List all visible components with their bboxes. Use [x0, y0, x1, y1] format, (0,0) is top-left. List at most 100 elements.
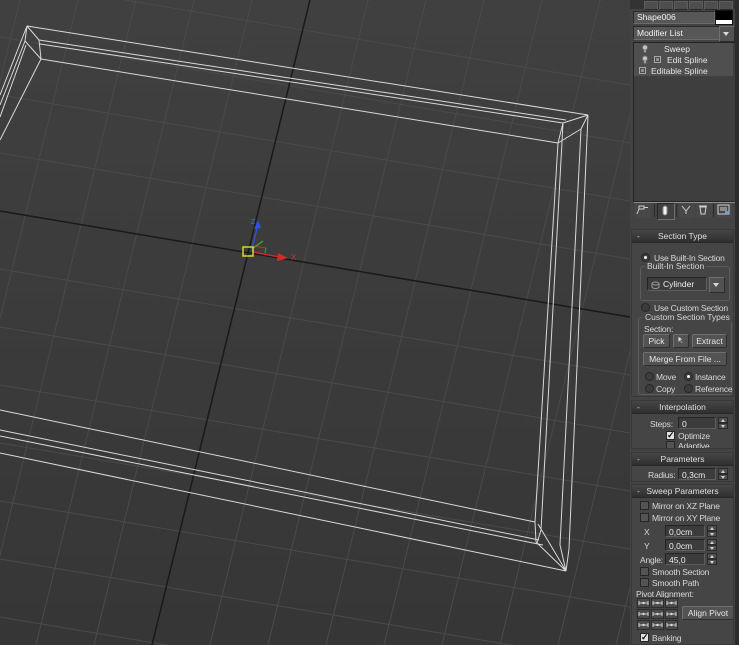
smooth-section-label: Smooth Section [652, 567, 709, 577]
move-radio[interactable] [645, 372, 654, 381]
rollout-section-type: - Section Type Use Built-In Section Buil… [631, 229, 734, 397]
rollout-header-interpolation[interactable]: - Interpolation [632, 401, 733, 414]
steps-field[interactable]: 0 [678, 417, 716, 429]
angle-spinner[interactable] [707, 553, 717, 565]
optimize-checkbox[interactable] [666, 431, 675, 440]
spinner-down-icon[interactable] [718, 474, 728, 480]
mirror-xz-checkbox[interactable] [640, 501, 649, 510]
make-unique-button[interactable] [679, 203, 695, 218]
copy-label: Copy [656, 384, 675, 394]
x-offset-spinner[interactable] [707, 525, 717, 537]
rollout-sweep-parameters: - Sweep Parameters Mirror on XZ Plane Mi… [631, 484, 734, 645]
panel-scrollbar[interactable] [735, 0, 739, 645]
steps-spinner[interactable] [718, 417, 728, 429]
collapse-icon: - [637, 230, 640, 242]
smooth-section-checkbox[interactable] [640, 567, 649, 576]
stack-toolbar [630, 202, 735, 220]
rollout-title: Section Type [658, 231, 707, 241]
builtin-section-dropdown[interactable]: Cylinder [647, 277, 707, 291]
builtin-section-group: Built-In Section Cylinder [640, 266, 730, 301]
banking-checkbox[interactable] [640, 633, 649, 642]
builtin-section-arrow-button[interactable] [709, 277, 725, 293]
spinner-down-icon[interactable] [718, 423, 728, 429]
steps-label: Steps: [650, 419, 673, 429]
object-color-swatch[interactable] [715, 10, 733, 25]
instance-label: Instance [695, 372, 726, 382]
custom-section-types-group: Custom Section Types Section: Pick Extra… [638, 317, 732, 395]
viewport[interactable]: X Z [0, 0, 630, 645]
pivot-align-button[interactable] [637, 620, 650, 630]
object-name-field[interactable]: Shape006 [633, 11, 715, 24]
reference-label: Reference [695, 384, 732, 394]
spinner-down-icon[interactable] [707, 531, 717, 537]
optimize-label: Optimize [678, 431, 710, 441]
y-offset-field[interactable]: 0,0cm [665, 539, 705, 551]
section-label: Section: [644, 324, 673, 334]
pivot-align-button[interactable] [651, 620, 664, 630]
x-offset-label: X [644, 527, 649, 537]
pivot-align-button[interactable] [665, 598, 678, 608]
modifier-stack[interactable]: Sweep Edit Spline Editable Spline [633, 42, 736, 202]
use-custom-section-radio[interactable] [641, 303, 650, 312]
chevron-down-icon [723, 32, 729, 36]
rollout-title: Interpolation [659, 402, 706, 412]
show-end-result-button[interactable] [657, 203, 675, 220]
radius-field[interactable]: 0,3cm [678, 468, 716, 480]
smooth-path-checkbox[interactable] [640, 578, 649, 587]
pick-cursor-button[interactable] [673, 334, 689, 348]
copy-radio[interactable] [645, 384, 654, 393]
reference-radio[interactable] [684, 384, 693, 393]
radius-spinner[interactable] [718, 468, 728, 480]
pivot-align-button[interactable] [637, 609, 650, 619]
stack-item-editable-spline[interactable]: Editable Spline [634, 65, 733, 77]
cylinder-icon [651, 281, 660, 289]
extract-button[interactable]: Extract [692, 334, 727, 348]
collapse-icon: - [637, 401, 640, 413]
remove-modifier-button[interactable] [696, 203, 712, 218]
mirror-xy-checkbox[interactable] [640, 513, 649, 522]
builtin-section-value: Cylinder [663, 279, 694, 289]
mirror-xz-label: Mirror on XZ Plane [652, 501, 720, 511]
mirror-xy-label: Mirror on XY Plane [652, 513, 720, 523]
modifier-list-arrow-button[interactable] [719, 26, 735, 42]
command-panel-tabs [630, 0, 735, 9]
align-pivot-button[interactable]: Align Pivot [682, 606, 734, 620]
3ds-max-window: X Z Shape006 Modifier List [0, 0, 739, 645]
command-panel: Shape006 Modifier List Sweep Edit [630, 0, 739, 645]
pivot-align-button[interactable] [637, 598, 650, 608]
rollout-header-section-type[interactable]: - Section Type [632, 230, 733, 243]
tab-display-icon[interactable] [704, 1, 718, 10]
tab-modify-icon[interactable] [659, 1, 673, 10]
rollout-header-sweep-parameters[interactable]: - Sweep Parameters [632, 485, 733, 498]
tab-hierarchy-icon[interactable] [674, 1, 688, 10]
stack-item-label: Edit Spline [667, 55, 708, 65]
angle-field[interactable]: 45,0 [665, 553, 705, 565]
chevron-down-icon [713, 283, 719, 287]
tab-motion-icon[interactable] [689, 1, 703, 10]
x-offset-field[interactable]: 0,0cm [665, 525, 705, 537]
rollout-title: Parameters [661, 454, 705, 464]
tab-create-icon[interactable] [644, 1, 658, 10]
z-axis-label: Z [251, 219, 256, 226]
configure-modifier-sets-button[interactable] [716, 203, 732, 218]
modifier-list-dropdown[interactable]: Modifier List [633, 26, 722, 40]
pin-stack-button[interactable] [635, 203, 651, 218]
subobject-box-icon[interactable] [639, 66, 646, 76]
subobject-box-icon[interactable] [654, 55, 661, 65]
pivot-align-button[interactable] [665, 620, 678, 630]
pick-cursor-icon [675, 335, 687, 346]
pick-button[interactable]: Pick [643, 334, 670, 348]
spinner-down-icon[interactable] [707, 559, 717, 565]
spinner-down-icon[interactable] [707, 545, 717, 551]
instance-radio[interactable] [684, 372, 693, 381]
pivot-align-button[interactable] [651, 609, 664, 619]
tab-utilities-icon[interactable] [719, 1, 733, 10]
rollout-parameters: - Parameters Radius: 0,3cm [631, 452, 734, 482]
rollout-header-parameters[interactable]: - Parameters [632, 453, 733, 466]
pivot-align-button[interactable] [651, 598, 664, 608]
smooth-path-label: Smooth Path [652, 578, 699, 588]
pivot-align-button[interactable] [665, 609, 678, 619]
y-offset-spinner[interactable] [707, 539, 717, 551]
merge-from-file-button[interactable]: Merge From File ... [643, 352, 727, 366]
adaptive-checkbox[interactable] [666, 441, 675, 449]
